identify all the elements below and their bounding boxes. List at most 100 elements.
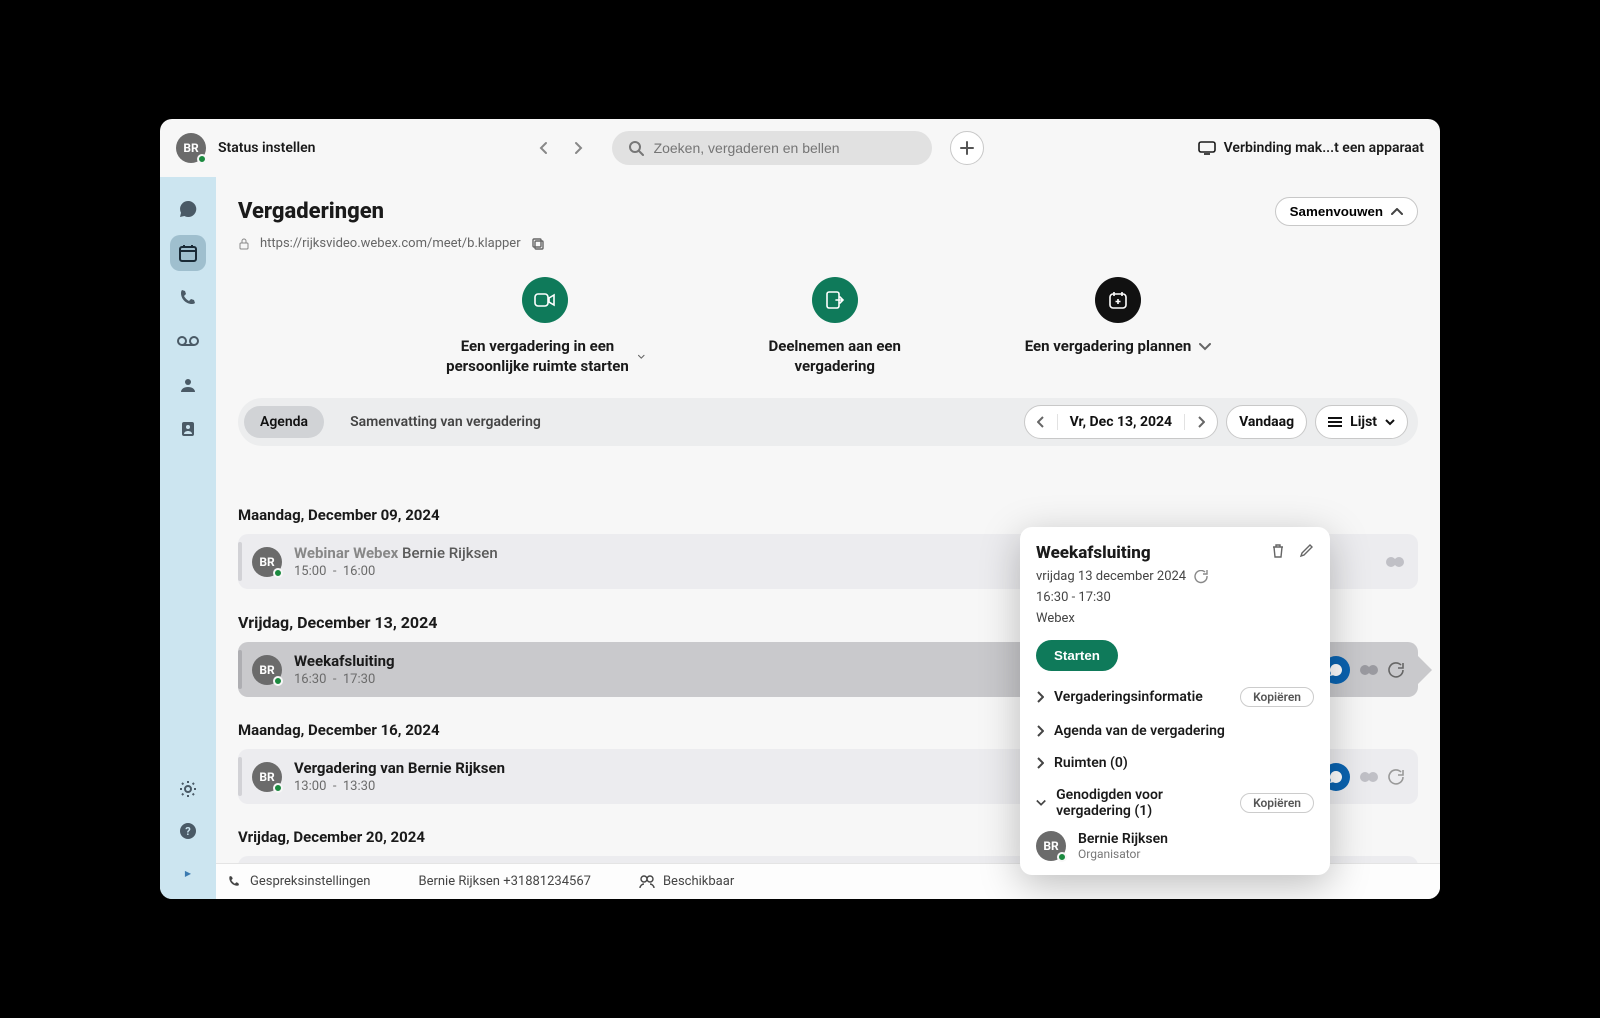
view-switcher[interactable]: Lijst — [1315, 405, 1408, 439]
popover-date: vrijdag 13 december 2024 — [1036, 569, 1186, 584]
sidebar-item-settings[interactable] — [170, 771, 206, 807]
calendar-icon — [178, 243, 198, 263]
meeting-organizer: Bernie Rijksen — [402, 544, 498, 562]
attendee-role: Organisator — [1078, 847, 1168, 861]
page-header: Vergaderingen Samenvouwen https://rijksv… — [216, 177, 1440, 251]
date-prev-button[interactable] — [1025, 416, 1057, 428]
actions-row: Een vergadering in een persoonlijke ruim… — [216, 251, 1440, 386]
phone-settings-icon — [228, 875, 242, 889]
selected-arrow — [1418, 656, 1432, 684]
view-label: Lijst — [1350, 414, 1377, 430]
join-icon — [812, 277, 858, 323]
sidebar-bottom: ? ▶ — [170, 771, 206, 899]
sidebar-item-voicemail[interactable] — [170, 323, 206, 359]
lock-icon — [238, 238, 250, 250]
copy-button[interactable]: Kopiëren — [1240, 793, 1314, 813]
refresh-icon[interactable] — [1388, 769, 1404, 785]
section-rooms[interactable]: Ruimten (0) — [1036, 755, 1314, 771]
copy-icon[interactable] — [531, 237, 545, 251]
screen-icon — [1198, 140, 1216, 156]
chevron-left-icon — [1037, 416, 1045, 428]
action-schedule-label: Een vergadering plannen — [1025, 337, 1192, 357]
chevron-down-icon[interactable] — [1199, 343, 1211, 351]
add-button[interactable] — [950, 131, 984, 165]
action-join-meeting[interactable]: Deelnemen aan een vergadering — [735, 277, 935, 376]
calendar-toolbar: Agenda Samenvatting van vergadering Vr, … — [238, 398, 1418, 446]
recurring-icon — [1194, 570, 1208, 584]
user-avatar[interactable]: BR — [176, 133, 206, 163]
tab-agenda[interactable]: Agenda — [244, 406, 324, 438]
search-bar[interactable] — [612, 131, 932, 165]
edit-icon[interactable] — [1299, 543, 1314, 558]
section-meeting-info[interactable]: Vergaderingsinformatie Kopiëren — [1036, 687, 1314, 707]
titlebar: BR Status instellen Verbinding mak...t e… — [160, 119, 1440, 177]
presence-indicator — [197, 154, 207, 164]
sidebar-item-chat[interactable] — [170, 191, 206, 227]
chevron-right-icon — [1036, 691, 1044, 703]
section-label: Agenda van de vergadering — [1054, 723, 1225, 739]
chevron-down-icon — [1036, 799, 1046, 807]
action-start-label: Een vergadering in een persoonlijke ruim… — [445, 337, 630, 376]
nav-forward-button[interactable] — [564, 134, 592, 162]
meeting-title: Webinar Webex — [294, 544, 398, 562]
connect-device-button[interactable]: Verbinding mak...t een apparaat — [1198, 140, 1424, 156]
action-schedule-meeting[interactable]: Een vergadering plannen — [1025, 277, 1212, 376]
sidebar: ? ▶ — [160, 177, 216, 899]
section-invitees[interactable]: Genodigden voor vergadering (1) Kopiëren — [1036, 787, 1314, 819]
nav-back-button[interactable] — [530, 134, 558, 162]
sidebar-item-help[interactable]: ? — [170, 813, 206, 849]
avatar-initials: BR — [183, 141, 198, 155]
attendee-name: Bernie Rijksen — [1078, 831, 1168, 847]
identity-label: Bernie Rijksen +31881234567 — [418, 874, 590, 889]
availability-label: Beschikbaar — [663, 874, 734, 889]
chevron-right-icon — [1197, 416, 1205, 428]
action-start-meeting[interactable]: Een vergadering in een persoonlijke ruim… — [445, 277, 645, 376]
current-date[interactable]: Vr, Dec 13, 2024 — [1057, 414, 1185, 430]
popover-platform: Webex — [1036, 611, 1314, 626]
call-settings-button[interactable]: Gespreksinstellingen — [228, 874, 370, 889]
today-label: Vandaag — [1227, 414, 1306, 430]
chat-icon — [178, 199, 198, 219]
search-input[interactable] — [654, 140, 916, 156]
sidebar-item-teams[interactable] — [170, 367, 206, 403]
personal-room-url[interactable]: https://rijksvideo.webex.com/meet/b.klap… — [260, 236, 521, 251]
webex-icon — [1360, 664, 1378, 676]
sidebar-item-contacts[interactable] — [170, 411, 206, 447]
section-agenda[interactable]: Agenda van de vergadering — [1036, 723, 1314, 739]
attendee-row[interactable]: BR Bernie Rijksen Organisator — [1036, 831, 1314, 861]
today-button[interactable]: Vandaag — [1226, 405, 1307, 439]
meeting-details-popover: Weekafsluiting vrijdag 13 december 2024 … — [1020, 527, 1330, 875]
list-icon — [1328, 416, 1342, 428]
call-settings-label: Gespreksinstellingen — [250, 874, 370, 889]
sidebar-item-calls[interactable] — [170, 279, 206, 315]
people-icon — [178, 377, 198, 393]
webex-icon — [1386, 556, 1404, 568]
tab-summary[interactable]: Samenvatting van vergadering — [334, 406, 557, 438]
contacts-icon — [179, 420, 197, 438]
chevron-right-icon — [1036, 725, 1044, 737]
delete-icon[interactable] — [1271, 543, 1285, 559]
date-navigator: Vr, Dec 13, 2024 — [1024, 405, 1218, 439]
start-meeting-button[interactable]: Starten — [1036, 640, 1118, 671]
date-next-button[interactable] — [1185, 416, 1217, 428]
refresh-icon[interactable] — [1388, 662, 1404, 678]
connect-device-label: Verbinding mak...t een apparaat — [1224, 140, 1424, 156]
page-title: Vergaderingen — [238, 199, 384, 224]
sidebar-item-meetings[interactable] — [170, 235, 206, 271]
search-icon — [628, 140, 644, 156]
chevron-down-icon[interactable] — [638, 353, 645, 361]
help-icon: ? — [179, 822, 197, 840]
status-text[interactable]: Status instellen — [218, 140, 315, 156]
webex-icon — [1360, 771, 1378, 783]
sidebar-item-app[interactable]: ▶ — [170, 855, 206, 891]
copy-button[interactable]: Kopiëren — [1240, 687, 1314, 707]
section-label: Vergaderingsinformatie — [1054, 689, 1203, 705]
action-join-label: Deelnemen aan een vergadering — [735, 337, 935, 376]
availability-button[interactable]: Beschikbaar — [639, 874, 734, 889]
chevron-right-icon — [1036, 757, 1044, 769]
meeting-title: Vergadering van Bernie Rijksen — [294, 759, 505, 777]
section-label: Genodigden voor vergadering (1) — [1056, 787, 1230, 819]
chevron-down-icon — [1385, 419, 1395, 426]
nav-arrows — [530, 134, 592, 162]
collapse-button[interactable]: Samenvouwen — [1275, 197, 1418, 226]
